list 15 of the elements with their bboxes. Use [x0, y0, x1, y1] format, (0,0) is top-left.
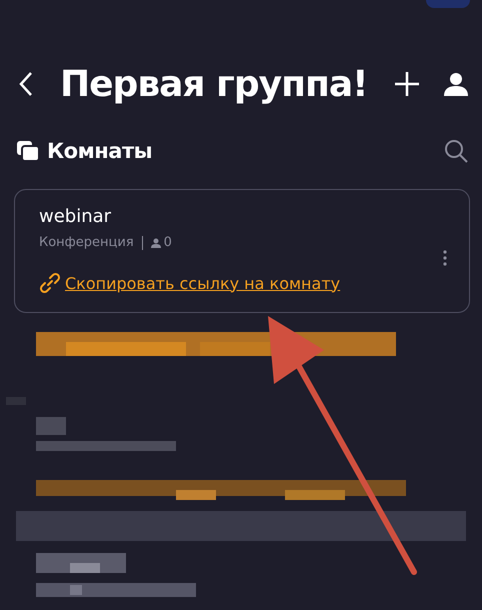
room-card[interactable]: webinar Конференция 0 Скопировать ссылку на комнату: [14, 189, 470, 313]
page-title: Первая группа!: [60, 64, 369, 104]
section-title: Комнаты: [47, 139, 154, 163]
more-icon[interactable]: [443, 250, 447, 266]
rooms-icon: [17, 141, 39, 161]
room-type: Конференция: [39, 235, 134, 250]
plus-icon[interactable]: [394, 71, 420, 97]
back-icon[interactable]: [18, 71, 34, 97]
room-name: webinar: [39, 206, 112, 227]
link-icon: [39, 272, 61, 294]
participant-count: 0: [164, 235, 172, 250]
search-icon[interactable]: [444, 139, 468, 163]
person-icon[interactable]: [444, 72, 468, 96]
copy-link[interactable]: Скопировать ссылку на комнату: [65, 274, 340, 292]
person-icon: [150, 238, 161, 248]
